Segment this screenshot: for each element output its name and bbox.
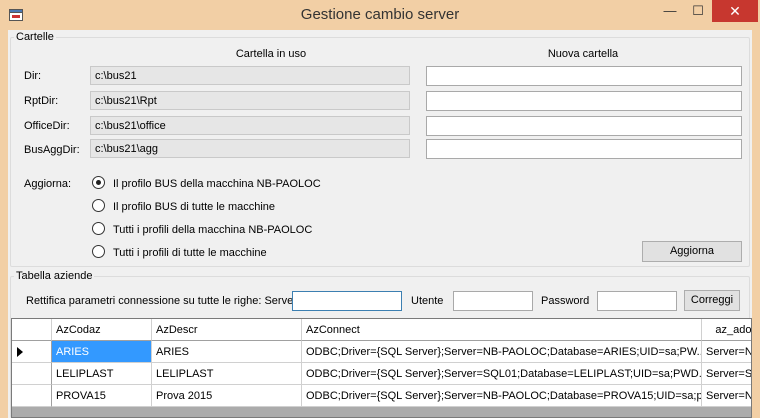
aggiorna-button[interactable]: Aggiorna — [642, 241, 742, 262]
grid-cell-azdescr[interactable]: ARIES — [152, 341, 302, 363]
grid-corner-header — [12, 319, 52, 341]
officedir-new-input[interactable] — [426, 116, 742, 136]
password-label: Password — [541, 295, 590, 307]
minimize-button[interactable]: — — [656, 0, 684, 22]
row-header[interactable] — [12, 385, 52, 407]
radio-all-profiles-this-machine[interactable] — [92, 222, 105, 235]
window-title: Gestione cambio server — [300, 6, 460, 23]
grid-cell-azcodaz[interactable]: LELIPLAST — [52, 363, 152, 385]
dir-label: Dir: — [24, 70, 42, 82]
grid-cell-azdescr[interactable]: LELIPLAST — [152, 363, 302, 385]
password-input[interactable] — [597, 291, 677, 311]
rettifica-label: Rettifica parametri connessione su tutte… — [26, 295, 297, 307]
column-header-azdescr[interactable]: AzDescr — [152, 319, 302, 341]
grid-cell-azdescr[interactable]: Prova 2015 — [152, 385, 302, 407]
grid-cell-azconnect[interactable]: ODBC;Driver={SQL Server};Server=NB-PAOLO… — [302, 341, 702, 363]
grid-cell-azcodaz[interactable]: ARIES — [52, 341, 152, 363]
radio-label-profile-bus-this-machine[interactable]: Il profilo BUS della macchina NB-PAOLOC — [113, 178, 321, 190]
radio-label-all-profiles-this-machine[interactable]: Tutti i profili della macchina NB-PAOLOC — [113, 224, 312, 236]
client-area: Cartelle Cartella in uso Nuova cartella … — [8, 30, 752, 418]
aziende-group-title: Tabella aziende — [14, 270, 95, 282]
column-header-azconnect[interactable]: AzConnect — [302, 319, 702, 341]
column-header-azcodaz[interactable]: AzCodaz — [52, 319, 152, 341]
utente-input[interactable] — [453, 291, 533, 311]
rptdir-current-field: c:\bus21\Rpt — [90, 91, 410, 110]
main-window: Gestione cambio server — ☐ ✕ Cartelle Ca… — [0, 0, 760, 418]
grid-cell-azcodaz[interactable]: PROVA15 — [52, 385, 152, 407]
officedir-label: OfficeDir: — [24, 120, 70, 132]
grid-cell-azconnect[interactable]: ODBC;Driver={SQL Server};Server=NB-PAOLO… — [302, 385, 702, 407]
busaggdir-current-field: c:\bus21\agg — [90, 139, 410, 158]
dir-new-input[interactable] — [426, 66, 742, 86]
server-input[interactable] — [292, 291, 402, 311]
header-new-folder: Nuova cartella — [547, 48, 619, 60]
aggiorna-label: Aggiorna: — [24, 178, 72, 190]
radio-all-profiles-all-machines[interactable] — [92, 245, 105, 258]
cartelle-group-title: Cartelle — [14, 31, 56, 43]
rptdir-new-input[interactable] — [426, 91, 742, 111]
rptdir-label: RptDir: — [24, 95, 59, 107]
grid-cell-az-adoc[interactable]: Server=S — [702, 363, 751, 385]
current-row-arrow-icon — [17, 347, 23, 357]
utente-label: Utente — [411, 295, 444, 307]
grid-cell-azconnect[interactable]: ODBC;Driver={SQL Server};Server=SQL01;Da… — [302, 363, 702, 385]
grid-cell-az-adoc[interactable]: Server=N — [702, 385, 751, 407]
radio-profile-bus-this-machine[interactable] — [92, 176, 105, 189]
busaggdir-label: BusAggDir: — [24, 144, 80, 156]
column-header-az-adoc[interactable]: az_adoc — [702, 319, 751, 341]
row-header[interactable] — [12, 341, 52, 363]
correggi-button[interactable]: Correggi — [684, 290, 740, 311]
radio-label-all-profiles-all-machines[interactable]: Tutti i profili di tutte le macchine — [113, 247, 267, 259]
title-bar[interactable]: Gestione cambio server — ☐ ✕ — [0, 0, 760, 30]
row-header[interactable] — [12, 363, 52, 385]
grid-cell-az-adoc[interactable]: Server=N — [702, 341, 751, 363]
aziende-grid[interactable]: AzCodaz AzDescr AzConnect az_adoc ARIES … — [11, 318, 752, 418]
dir-current-field: c:\bus21 — [90, 66, 410, 85]
header-current-folder: Cartella in uso — [235, 48, 307, 60]
radio-profile-bus-all-machines[interactable] — [92, 199, 105, 212]
radio-label-profile-bus-all-machines[interactable]: Il profilo BUS di tutte le macchine — [113, 201, 275, 213]
officedir-current-field: c:\bus21\office — [90, 116, 410, 135]
close-button[interactable]: ✕ — [712, 0, 758, 22]
busaggdir-new-input[interactable] — [426, 139, 742, 159]
maximize-button[interactable]: ☐ — [684, 0, 712, 22]
